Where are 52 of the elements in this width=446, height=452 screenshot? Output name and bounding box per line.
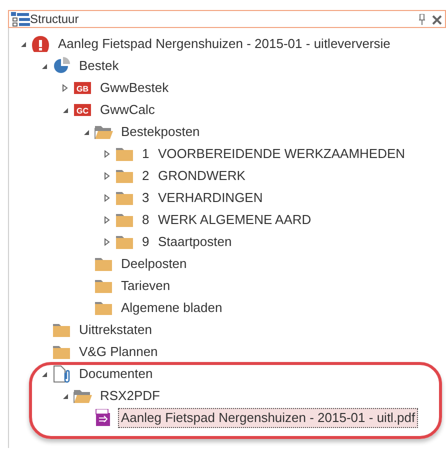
collapse-arrow-icon[interactable]	[62, 392, 68, 400]
pdf-file-icon	[94, 409, 113, 427]
expand-arrow-icon[interactable]	[104, 172, 110, 180]
tree-item[interactable]: GwwCalc	[97, 100, 158, 120]
tree-item[interactable]: Algemene bladen	[118, 298, 226, 318]
folder-icon	[115, 145, 134, 163]
open-folder-icon	[73, 387, 92, 405]
collapse-arrow-icon[interactable]	[82, 128, 90, 136]
expand-arrow-icon[interactable]	[104, 216, 110, 224]
expand-arrow-icon[interactable]	[104, 238, 110, 246]
pin-icon	[418, 14, 426, 26]
tree-item[interactable]: Documenten	[76, 364, 156, 384]
tree-item[interactable]: Bestekposten	[118, 122, 203, 142]
pie-chart-icon	[52, 57, 71, 75]
expand-arrow-icon[interactable]	[104, 194, 110, 202]
folder-icon	[94, 255, 113, 273]
tree-item[interactable]: 2 GRONDWERK	[139, 166, 248, 186]
folder-icon	[115, 233, 134, 251]
folder-icon	[52, 343, 71, 361]
tree-item[interactable]: Uittrekstaten	[76, 320, 155, 340]
tree-item[interactable]: GwwBestek	[97, 78, 172, 98]
expand-arrow-icon[interactable]	[62, 84, 68, 92]
tree-item[interactable]: V&G Plannen	[76, 342, 161, 362]
tree-item[interactable]: Aanleg Fietspad Nergenshuizen - 2015-01 - uitl.pdf	[118, 408, 418, 428]
tree-structure-icon	[11, 12, 30, 26]
expand-arrow-icon[interactable]	[104, 150, 110, 158]
app-badge-icon: GB	[73, 79, 92, 97]
tree-item[interactable]: Bestek	[76, 56, 122, 76]
collapse-arrow-icon[interactable]	[40, 370, 48, 378]
collapse-arrow-icon[interactable]	[20, 40, 26, 48]
tree-item[interactable]: Deelposten	[118, 254, 190, 274]
tree-item[interactable]: Aanleg Fietspad Nergenshuizen - 2015-01 - uitleverversie	[55, 34, 394, 54]
folder-icon	[94, 299, 113, 317]
folder-icon	[115, 167, 134, 185]
tree-item[interactable]: Tarieven	[118, 276, 174, 296]
tree-item[interactable]: 1 VOORBEREIDENDE WERKZAAMHEDEN	[139, 144, 408, 164]
app-logo-icon	[31, 35, 50, 53]
folder-icon	[115, 189, 134, 207]
collapse-arrow-icon[interactable]	[62, 106, 68, 114]
collapse-arrow-icon[interactable]	[40, 62, 48, 70]
panel-title: Structuur	[30, 11, 79, 27]
tree-item[interactable]: 3 VERHARDINGEN	[139, 188, 266, 208]
folder-icon	[115, 211, 134, 229]
document-paperclip-icon	[52, 365, 71, 383]
tree-item[interactable]: 8 WERK ALGEMENE AARD	[139, 210, 314, 230]
tree-item[interactable]: RSX2PDF	[97, 386, 163, 406]
folder-icon	[52, 321, 71, 339]
close-icon	[432, 14, 442, 25]
folder-icon	[94, 277, 113, 295]
open-folder-icon	[94, 123, 113, 141]
tree-item[interactable]: 9 Staartposten	[139, 232, 235, 252]
app-badge-icon: GC	[73, 101, 92, 119]
